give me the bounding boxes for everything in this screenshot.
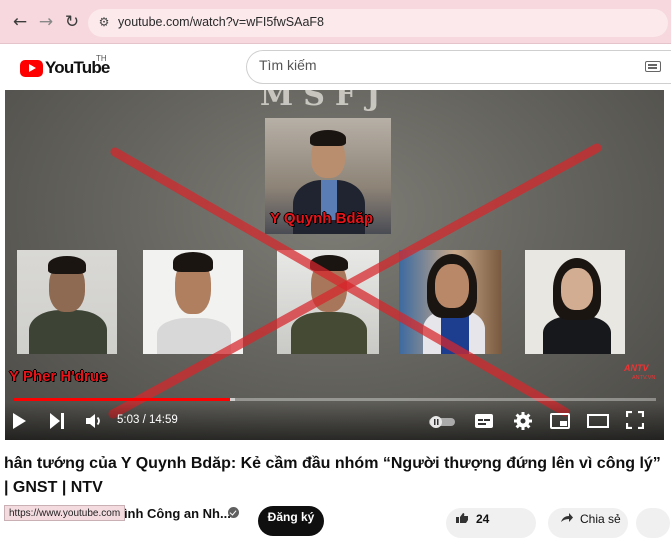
search-placeholder: Tìm kiếm xyxy=(259,57,317,73)
verified-icon xyxy=(228,507,239,518)
youtube-play-icon xyxy=(20,59,43,77)
play-icon[interactable] xyxy=(11,412,27,430)
reload-icon[interactable]: ↻ xyxy=(62,12,82,32)
forward-icon[interactable]: → xyxy=(36,12,56,32)
theater-mode-icon[interactable] xyxy=(587,412,609,430)
site-info-icon[interactable]: ⚙ xyxy=(96,14,112,30)
watermark-sub: ANTV.VN xyxy=(632,375,656,381)
time-display: 5:03 / 14:59 xyxy=(117,414,178,426)
country-code: TH xyxy=(96,54,107,63)
keyboard-icon[interactable] xyxy=(645,61,661,72)
video-title: hân tướng của Y Quynh Bdăp: Kẻ cầm đầu n… xyxy=(4,455,661,496)
settings-icon[interactable] xyxy=(513,411,533,431)
status-bar-url: https://www.youtube.com xyxy=(4,505,126,521)
subscribe-button[interactable]: Đăng ký xyxy=(258,506,324,536)
miniplayer-icon[interactable] xyxy=(550,412,570,430)
volume-icon[interactable] xyxy=(85,412,103,430)
fullscreen-icon[interactable] xyxy=(626,411,644,429)
channel-name[interactable]: hình Công an Nh... xyxy=(116,506,231,521)
like-count: 24 xyxy=(476,512,490,526)
url-text[interactable]: youtube.com/watch?v=wFI5fwSAaF8 xyxy=(118,15,324,29)
label-bottom-name: Y Pher H'drue xyxy=(9,368,108,385)
thumbs-up-icon xyxy=(456,513,468,523)
more-actions-button[interactable] xyxy=(636,508,670,538)
share-label: Chia sẻ xyxy=(580,512,621,526)
progress-bar[interactable] xyxy=(13,398,656,401)
youtube-header: YouTube TH Tìm kiếm xyxy=(0,44,671,90)
back-icon[interactable]: ← xyxy=(10,12,30,32)
progress-fill xyxy=(13,398,230,401)
video-player[interactable]: MSFJ Y Quynh Bdăp Y Pher H'drue ANTV ANT… xyxy=(5,90,664,440)
player-controls: 5:03 / 14:59 xyxy=(5,402,664,440)
subtitles-icon[interactable] xyxy=(474,412,494,430)
autoplay-toggle[interactable] xyxy=(429,415,455,429)
red-cross-overlay xyxy=(108,143,602,419)
watermark-logo: ANTV xyxy=(624,363,649,373)
share-icon xyxy=(561,513,573,522)
next-icon[interactable] xyxy=(49,412,65,430)
